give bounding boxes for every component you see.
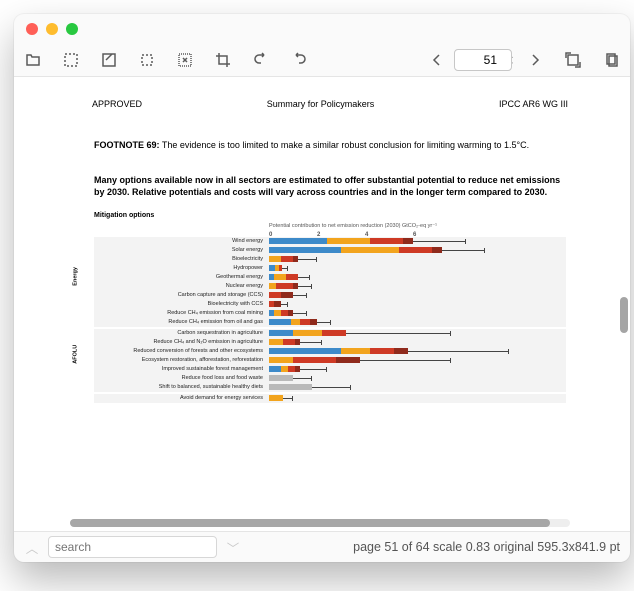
mitigation-label: Mitigation options — [94, 211, 566, 220]
statusbar: ︿ ﹀ page 51 of 64 scale 0.83 original 59… — [14, 532, 630, 562]
chart-row: Reduce CH₄ emission from coal mining — [94, 309, 566, 318]
toolbar: ▴ ▾ — [14, 44, 630, 76]
bar-label: Carbon capture and storage (CCS) — [94, 292, 269, 299]
bar-label: Ecosystem restoration, afforestation, re… — [94, 357, 269, 364]
crop-dash-icon[interactable] — [138, 51, 156, 69]
header-right: IPCC AR6 WG III — [499, 99, 568, 109]
bar-chart: EnergyWind energySolar energyBioelectric… — [94, 237, 566, 403]
key-message: Many options available now in all sector… — [94, 175, 566, 198]
minimize-window-button[interactable] — [46, 23, 58, 35]
bar-label: Solar energy — [94, 247, 269, 254]
next-page-icon[interactable] — [526, 51, 544, 69]
chart-row: Avoid demand for energy services — [94, 394, 566, 403]
chart-row: Carbon capture and storage (CCS) — [94, 291, 566, 300]
chart-row: Shift to balanced, sustainable healthy d… — [94, 383, 566, 392]
search-next-icon[interactable]: ﹀ — [225, 539, 241, 555]
footnote: FOOTNOTE 69: The evidence is too limited… — [94, 139, 566, 151]
chart-group: Avoid demand for energy services — [94, 394, 566, 403]
bar-label: Reduced conversion of forests and other … — [94, 348, 269, 355]
chart-row: Hydropower — [94, 264, 566, 273]
prev-page-icon[interactable] — [428, 51, 446, 69]
bar-label: Reduce CH₄ emission from oil and gas — [94, 319, 269, 326]
search-input[interactable] — [48, 536, 217, 558]
close-window-button[interactable] — [26, 23, 38, 35]
bar-label: Carbon sequestration in agriculture — [94, 330, 269, 337]
bar-label: Geothermal energy — [94, 274, 269, 281]
axis-title: Potential contribution to net emission r… — [269, 223, 437, 230]
pages-icon[interactable] — [602, 51, 620, 69]
titlebar — [14, 14, 630, 44]
bar-label: Improved sustainable forest management — [94, 366, 269, 373]
rotate-right-icon[interactable] — [290, 51, 308, 69]
chart-row: Bioelectricity — [94, 255, 566, 264]
open-file-icon[interactable] — [24, 51, 42, 69]
crop-icon[interactable] — [214, 51, 232, 69]
bar-label: Avoid demand for energy services — [94, 395, 269, 402]
bar-label: Nuclear energy — [94, 283, 269, 290]
chart-row: Nuclear energy — [94, 282, 566, 291]
status-text: page 51 of 64 scale 0.83 original 595.3x… — [249, 540, 620, 554]
chart-group: AFOLUCarbon sequestration in agriculture… — [94, 329, 566, 392]
chart-group: EnergyWind energySolar energyBioelectric… — [94, 237, 566, 327]
chart-row: Reduce CH₄ emission from oil and gas — [94, 318, 566, 327]
chart-row: Ecosystem restoration, afforestation, re… — [94, 356, 566, 365]
horizontal-scrollbar[interactable] — [70, 519, 570, 527]
chart-row: Reduced conversion of forests and other … — [94, 347, 566, 356]
chart-row: Reduce CH₄ and N₂O emission in agricultu… — [94, 338, 566, 347]
fit-page-icon[interactable] — [564, 51, 582, 69]
chart-row: Solar energy — [94, 246, 566, 255]
bar-label: Shift to balanced, sustainable healthy d… — [94, 384, 269, 391]
rotate-left-icon[interactable] — [252, 51, 270, 69]
bar-label: Hydropower — [94, 265, 269, 272]
zoom-selection-icon[interactable] — [176, 51, 194, 69]
bar-label: Bioelectricity with CCS — [94, 301, 269, 308]
chart-row: Improved sustainable forest management — [94, 365, 566, 374]
page-nav-group: ▴ ▾ — [428, 49, 544, 71]
search-prev-icon[interactable]: ︿ — [24, 539, 40, 555]
page-number-input[interactable] — [454, 49, 512, 71]
chart-row: Geothermal energy — [94, 273, 566, 282]
chart-row: Reduce food loss and food waste — [94, 374, 566, 383]
select-tool-icon[interactable] — [62, 51, 80, 69]
vertical-scrollbar[interactable] — [620, 297, 628, 333]
app-window: ▴ ▾ APPROVED Summary for Policymakers IP… — [14, 14, 630, 562]
pdf-page: APPROVED Summary for Policymakers IPCC A… — [70, 77, 590, 532]
chart-row: Carbon sequestration in agriculture — [94, 329, 566, 338]
export-select-icon[interactable] — [100, 51, 118, 69]
header-center: Summary for Policymakers — [267, 99, 375, 109]
chart-row: Wind energy — [94, 237, 566, 246]
header-left: APPROVED — [92, 99, 142, 109]
maximize-window-button[interactable] — [66, 23, 78, 35]
document-viewer[interactable]: APPROVED Summary for Policymakers IPCC A… — [14, 76, 630, 532]
traffic-lights — [26, 23, 78, 35]
bar-label: Reduce food loss and food waste — [94, 375, 269, 382]
bar-label: Wind energy — [94, 238, 269, 245]
bar-label: Reduce CH₄ emission from coal mining — [94, 310, 269, 317]
bar-label: Reduce CH₄ and N₂O emission in agricultu… — [94, 339, 269, 346]
chart-row: Bioelectricity with CCS — [94, 300, 566, 309]
bar-label: Bioelectricity — [94, 256, 269, 263]
